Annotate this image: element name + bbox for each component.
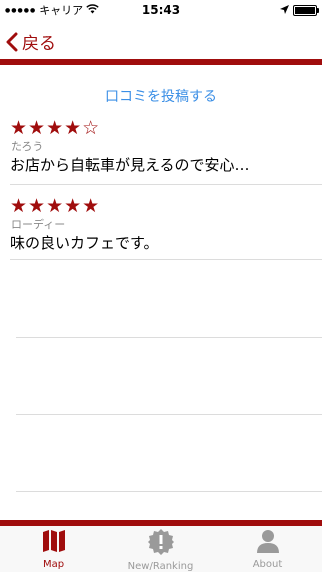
nav-divider (0, 59, 322, 65)
review-author: たろう (11, 140, 44, 153)
tab-new-ranking[interactable]: New/Ranking (107, 526, 214, 572)
status-time: 15:43 (141, 3, 181, 17)
tab-map[interactable]: Map (0, 526, 107, 572)
exclamation-badge-icon (107, 529, 214, 559)
row-separator (10, 259, 322, 260)
location-arrow-icon (280, 0, 289, 21)
tab-label: New/Ranking (127, 561, 194, 572)
post-review-button[interactable]: 口コミを投稿する (0, 86, 322, 106)
row-separator (16, 414, 322, 415)
rating-stars: ★★★★★ (10, 195, 101, 217)
row-separator (16, 337, 322, 338)
row-separator (10, 184, 322, 185)
status-bar: ●●●●● キャリア 15:43 (0, 0, 322, 21)
tab-label: Map (42, 559, 65, 570)
chevron-left-icon (6, 32, 18, 52)
review-comment: お店から自転車が見えるので安心… (10, 156, 250, 174)
navigation-bar: 戻る (0, 21, 322, 59)
row-separator (16, 491, 322, 492)
tab-about[interactable]: About (214, 526, 321, 572)
tab-bar: Map New/Ranking About (0, 526, 322, 572)
map-icon (0, 529, 107, 557)
back-label: 戻る (22, 34, 56, 54)
review-author: ローディー (11, 218, 66, 231)
tab-label: About (252, 559, 283, 570)
rating-stars: ★★★★☆ (10, 117, 101, 139)
back-button[interactable]: 戻る (6, 29, 56, 54)
battery-icon (293, 5, 319, 16)
status-right (280, 0, 319, 21)
review-comment: 味の良いカフェです。 (10, 234, 159, 252)
person-icon (214, 529, 321, 557)
